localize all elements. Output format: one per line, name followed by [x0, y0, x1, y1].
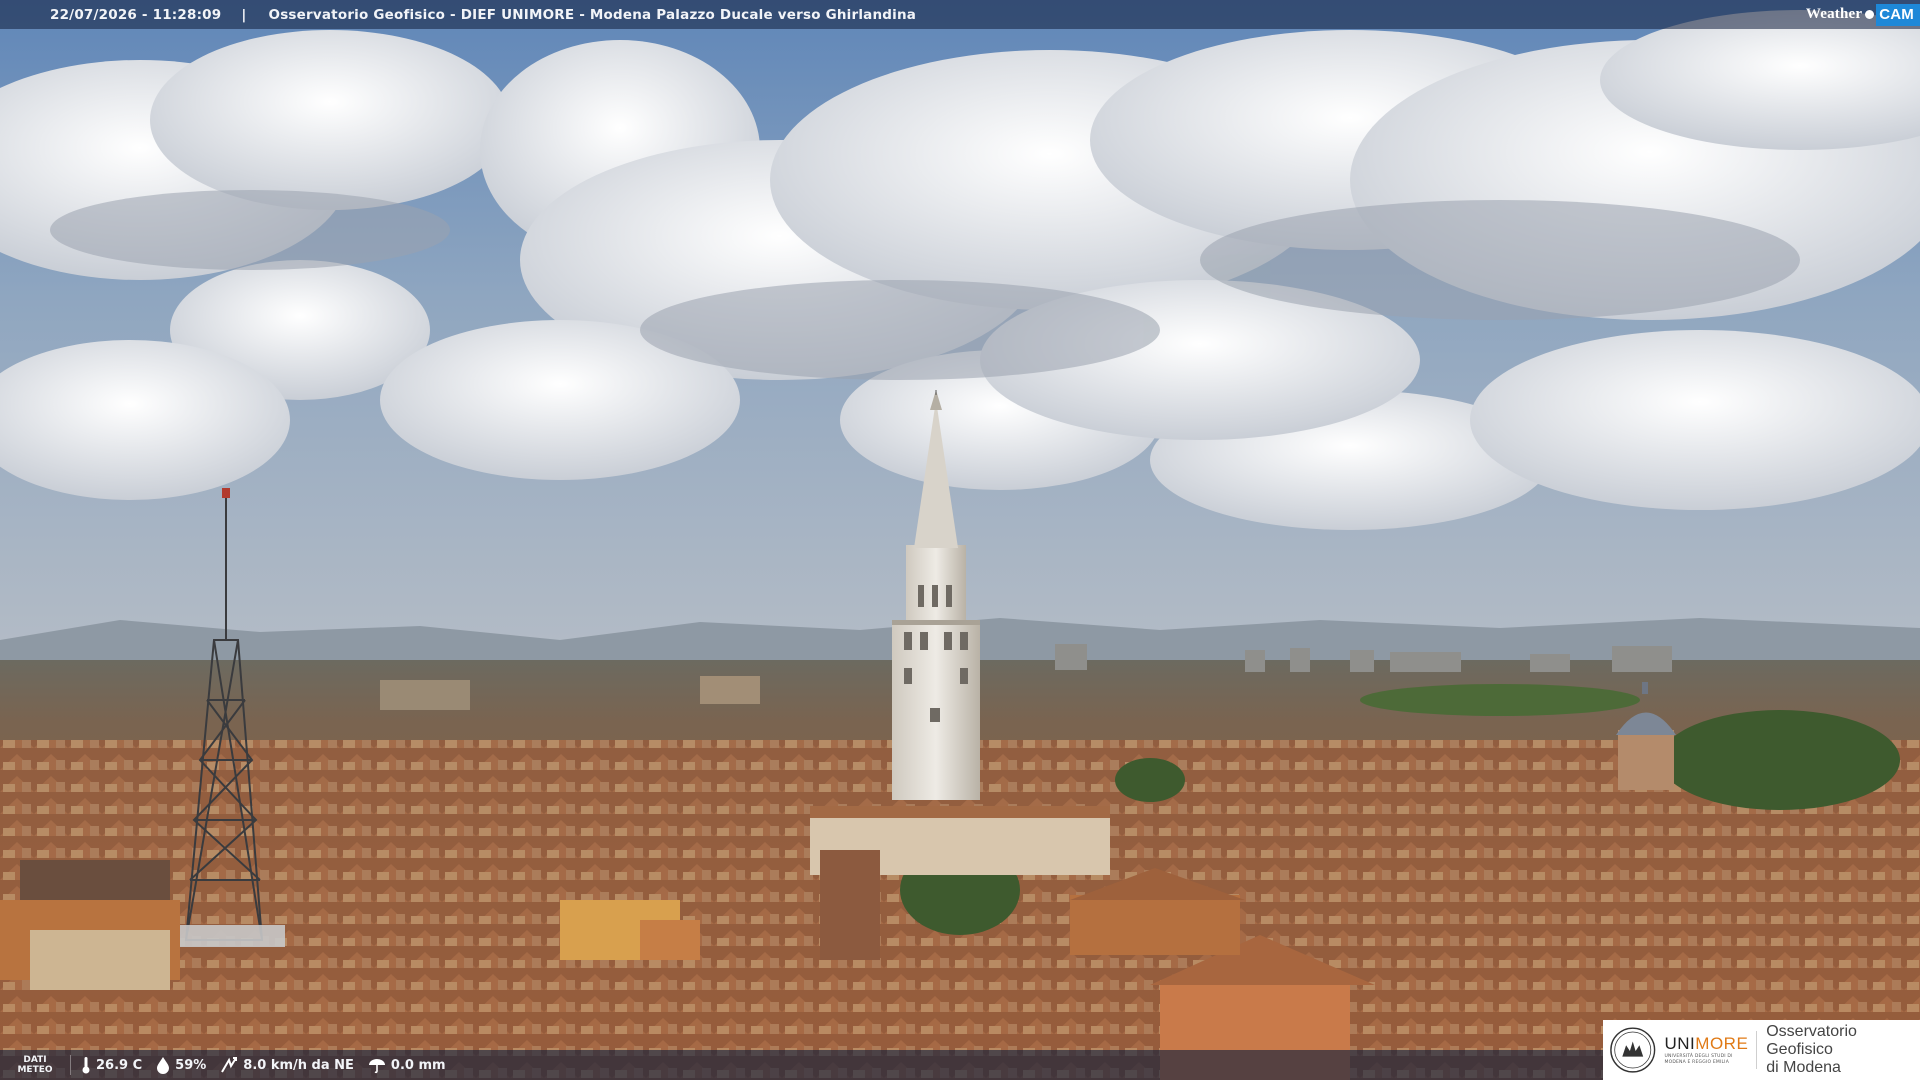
weathercam-logo: Weather CAM	[1806, 0, 1920, 29]
humidity-reading: 59%	[156, 1056, 206, 1074]
top-overlay-bar: 22/07/2026 - 11:28:09 | Osservatorio Geo…	[0, 0, 1920, 29]
webcam-scene	[0, 0, 1920, 1080]
observatory-name: Osservatorio Geofisico di Modena	[1766, 1023, 1857, 1076]
brand-weather: Weather	[1805, 6, 1863, 22]
rain-icon	[368, 1059, 385, 1074]
thermometer-icon	[82, 1057, 90, 1074]
unimore-logo-panel: UNIMORE UNIVERSITÀ DEGLI STUDI DI MODENA…	[1603, 1020, 1920, 1080]
humidity-value: 59%	[175, 1057, 207, 1073]
dati-meteo-label: DATI METEO	[0, 1055, 71, 1075]
rain-value: 0.0 mm	[390, 1057, 446, 1073]
temperature-reading: 26.9 C	[81, 1056, 142, 1074]
unimore-wordmark: UNIMORE UNIVERSITÀ DEGLI STUDI DI MODENA…	[1664, 1034, 1749, 1065]
wind-value: 8.0 km/h da NE	[243, 1057, 354, 1073]
wind-icon	[221, 1057, 238, 1073]
camera-title: Osservatorio Geofisico - DIEF UNIMORE - …	[268, 6, 917, 23]
weather-data-bar: DATI METEO 26.9 C 59% 8.0 km/h da NE 0.0…	[0, 1050, 1604, 1080]
timestamp: 22/07/2026 - 11:28:09	[50, 6, 222, 23]
brand-cam: CAM	[1876, 3, 1920, 26]
unimore-seal-icon	[1610, 1027, 1656, 1073]
logo-divider	[1756, 1031, 1758, 1069]
brand-dot-icon	[1865, 10, 1875, 19]
wind-reading: 8.0 km/h da NE	[220, 1056, 354, 1074]
rain-reading: 0.0 mm	[368, 1056, 446, 1074]
separator: |	[241, 6, 247, 23]
humidity-drop-icon	[157, 1057, 170, 1074]
temperature-value: 26.9 C	[96, 1057, 143, 1073]
